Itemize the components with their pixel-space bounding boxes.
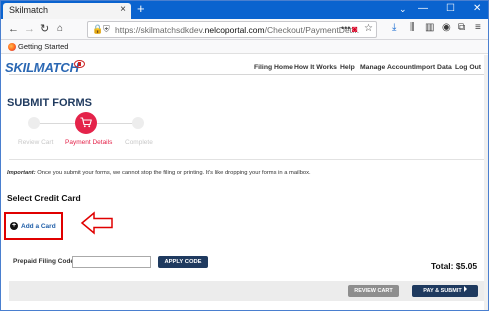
extension-icon[interactable]: ⧉ — [458, 22, 465, 33]
new-tab-button[interactable]: + — [137, 2, 145, 16]
menu-import-data[interactable]: Import Data — [414, 64, 452, 71]
section-divider — [9, 159, 485, 160]
firefox-icon — [8, 43, 16, 51]
pay-and-submit-button[interactable]: PAY & SUBMIT — [412, 285, 478, 297]
bookmarks-toolbar: Getting Started — [1, 40, 488, 54]
url-text[interactable]: https://skilmatchsdkdev.nelcoportal.com/… — [115, 25, 359, 35]
library-icon[interactable]: ⫼ — [410, 22, 415, 33]
prepaid-filing-code-input[interactable] — [72, 256, 151, 268]
review-cart-button[interactable]: REVIEW CART — [348, 285, 399, 297]
prepaid-filing-code-label: Prepaid Filing Code: — [13, 258, 77, 265]
pocket-icon[interactable]: ◙ — [352, 24, 357, 34]
checkout-action-bar: REVIEW CART PAY & SUBMIT — [9, 281, 485, 301]
left-arrow-annotation-icon — [80, 211, 113, 235]
step-label-review-cart: Review Cart — [18, 139, 54, 146]
important-notice: Important: Once you submit your forms, w… — [7, 170, 311, 176]
order-total: Total: $5.05 — [431, 261, 478, 271]
menu-log-out[interactable]: Log Out — [455, 64, 481, 71]
step-connector — [39, 123, 75, 124]
tracking-shield-icon[interactable]: ⛨ — [103, 24, 110, 35]
lock-icon[interactable]: 🔒 — [92, 24, 103, 35]
menu-icon[interactable]: ≡ — [475, 22, 481, 33]
reload-icon[interactable]: ↻ — [40, 22, 49, 36]
menu-help[interactable]: Help — [340, 64, 355, 71]
browser-window: Skilmatch × + ⌄ — ☐ ✕ ← → ↻ ⌂ 🔒 ⛨ https:… — [0, 0, 489, 311]
download-icon[interactable]: ⤓ — [392, 22, 396, 33]
step-complete-dot — [132, 117, 144, 129]
home-icon[interactable]: ⌂ — [57, 22, 63, 36]
play-triangle-icon — [463, 286, 467, 292]
menu-how-it-works[interactable]: How It Works — [294, 64, 337, 71]
skilmatch-logo[interactable]: SKILMATCH — [5, 60, 79, 75]
tab-skilmatch[interactable]: Skilmatch × — [3, 3, 131, 19]
forward-button-icon[interactable]: → — [24, 22, 35, 36]
step-payment-details-dot — [75, 112, 97, 134]
menu-filing-home[interactable]: Filing Home — [254, 64, 293, 71]
sidebar-icon[interactable]: ▥ — [425, 22, 434, 33]
step-label-payment-details: Payment Details — [65, 139, 113, 146]
vertical-scrollbar[interactable] — [484, 55, 488, 310]
tab-title: Skilmatch — [9, 5, 49, 15]
header-divider — [9, 74, 485, 75]
bookmark-getting-started[interactable]: Getting Started — [18, 42, 68, 51]
step-review-cart-dot — [28, 117, 40, 129]
page-actions-icon[interactable]: ••• — [341, 23, 350, 33]
navigation-toolbar: ← → ↻ ⌂ 🔒 ⛨ https://skilmatchsdkdev.nelc… — [1, 19, 488, 40]
step-label-complete: Complete — [125, 139, 153, 146]
maximize-icon[interactable]: ☐ — [446, 3, 455, 14]
add-card-link[interactable]: Add a Card — [21, 223, 56, 230]
tab-close-icon[interactable]: × — [120, 4, 126, 15]
back-button-icon[interactable]: ← — [8, 22, 19, 36]
plus-circle-icon[interactable]: + — [10, 222, 18, 230]
apply-code-button[interactable]: APPLY CODE — [158, 256, 208, 268]
maple-leaf-icon — [74, 60, 85, 68]
step-connector — [97, 123, 133, 124]
add-card-highlight: + Add a Card — [4, 212, 63, 240]
page-content: SKILMATCH Filing Home How It Works Help … — [1, 55, 488, 310]
minimize-icon[interactable]: — — [418, 3, 428, 14]
tab-list-chevron-icon[interactable]: ⌄ — [399, 4, 407, 15]
bookmark-star-icon[interactable]: ☆ — [364, 23, 373, 34]
page-title: SUBMIT FORMS — [7, 97, 92, 109]
close-window-icon[interactable]: ✕ — [473, 3, 481, 14]
select-credit-card-heading: Select Credit Card — [7, 193, 81, 203]
account-icon[interactable]: ◉ — [442, 22, 451, 33]
tab-strip: Skilmatch × + ⌄ — ☐ ✕ — [1, 1, 488, 19]
address-bar[interactable]: 🔒 ⛨ https://skilmatchsdkdev.nelcoportal.… — [87, 21, 377, 38]
cart-icon — [80, 117, 92, 128]
menu-manage-account[interactable]: Manage Account — [360, 64, 414, 71]
